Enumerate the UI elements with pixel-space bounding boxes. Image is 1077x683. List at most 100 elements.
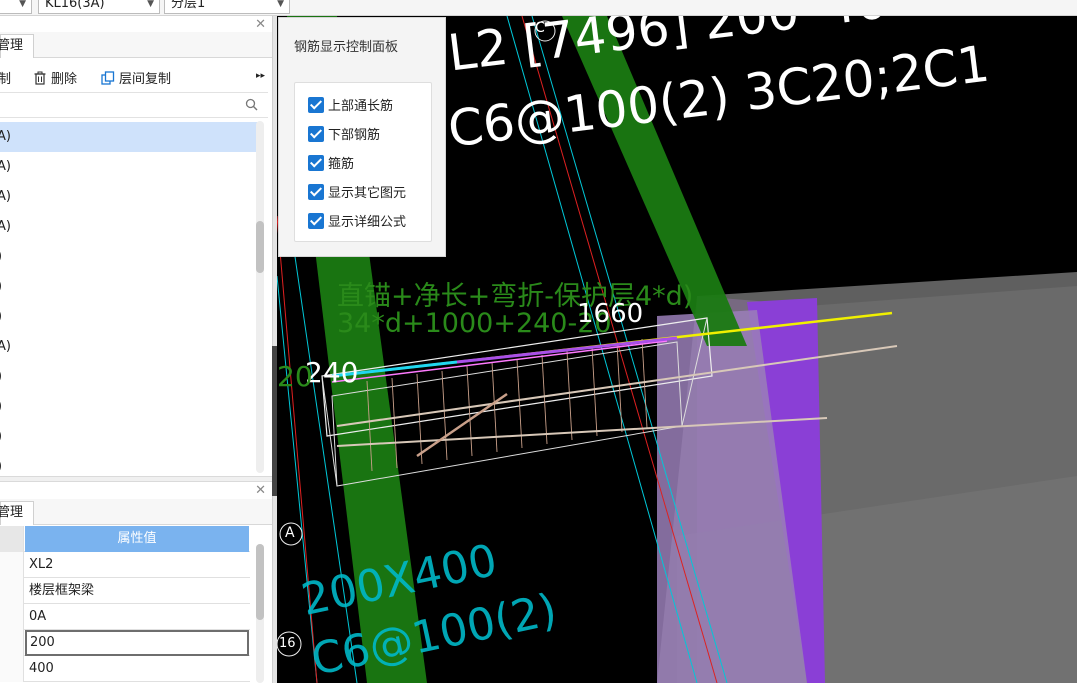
table-row[interactable]: 400 xyxy=(0,656,250,682)
checkbox-checked-icon[interactable] xyxy=(308,126,324,142)
name-cell xyxy=(0,578,24,604)
more-toolbar-button[interactable]: ▸▸ xyxy=(256,71,265,81)
search-icon[interactable] xyxy=(245,98,258,111)
list-item-label: ) xyxy=(0,309,2,324)
name-cell xyxy=(0,604,24,630)
table-row[interactable]: 200 xyxy=(0,630,250,656)
app-window: ▼ KL16(3A) ▼ 分层1 ▼ ✕ 管理 制 删除 层间复制 ▸▸ A) A)… xyxy=(0,0,1077,683)
chevron-down-icon: ▼ xyxy=(19,0,26,9)
chevron-down-icon: ▼ xyxy=(147,0,154,9)
list-item[interactable]: A) xyxy=(0,212,262,242)
value-cell[interactable]: 400 xyxy=(25,656,249,682)
checkbox-label: 下部钢筋 xyxy=(328,128,381,143)
value-cell[interactable]: 0A xyxy=(25,604,249,630)
list-item[interactable]: ) xyxy=(0,242,262,272)
table-row[interactable]: XL2 xyxy=(0,552,250,578)
checkbox-checked-icon[interactable] xyxy=(308,213,324,229)
value-cell[interactable]: XL2 xyxy=(25,552,249,578)
control-panel-title: 钢筋显示控制面板 xyxy=(294,40,399,55)
formula-values: 34*d+1000+240-20 xyxy=(337,308,612,339)
layer-dropdown[interactable]: 分层1 ▼ xyxy=(164,0,290,14)
dim-length: 1660 xyxy=(577,299,644,329)
list-item-label: ) xyxy=(0,279,2,294)
header-name-cell xyxy=(0,526,24,552)
rebar-display-control-panel: 钢筋显示控制面板 上部通长筋 下部钢筋 箍筋 显示其它图元 显示详细公式 xyxy=(278,17,446,257)
checkbox-show-other-elements[interactable]: 显示其它图元 xyxy=(308,182,406,202)
checkbox-show-detailed-formula[interactable]: 显示详细公式 xyxy=(308,211,406,231)
list-item[interactable]: ) xyxy=(0,362,262,392)
list-item[interactable]: A) xyxy=(0,152,262,182)
more-label: ▸▸ xyxy=(256,71,266,81)
list-item-label: ) xyxy=(0,429,2,444)
floor-dropdown[interactable]: KL16(3A) ▼ xyxy=(38,0,160,14)
dim-bend: 240 xyxy=(305,356,359,389)
floor-dropdown-value: KL16(3A) xyxy=(45,0,105,11)
dim-fragment: 20 xyxy=(277,360,313,393)
name-cell xyxy=(0,630,24,656)
list-item-label: ) xyxy=(0,459,2,474)
list-scroll-thumb[interactable] xyxy=(256,221,264,273)
list-item[interactable]: ) xyxy=(0,422,262,452)
floor-copy-label: 层间复制 xyxy=(119,72,172,87)
control-options-box: 上部通长筋 下部钢筋 箍筋 显示其它图元 显示详细公式 xyxy=(294,82,432,242)
checkbox-label: 箍筋 xyxy=(328,157,355,172)
value-cell-editing[interactable]: 200 xyxy=(25,630,249,656)
dropdown-left-edge[interactable]: ▼ xyxy=(0,0,32,14)
property-table-header: 属性值 xyxy=(0,526,250,552)
close-icon[interactable]: ✕ xyxy=(255,18,266,32)
property-tabbar: 管理 xyxy=(0,499,272,525)
copy-label: 制 xyxy=(0,72,11,87)
close-icon[interactable]: ✕ xyxy=(255,484,266,498)
checkbox-label: 显示其它图元 xyxy=(328,186,407,201)
layer-dropdown-value: 分层1 xyxy=(171,0,206,11)
tab-component-manage[interactable]: 管理 xyxy=(0,34,34,58)
axis-label-a: A xyxy=(285,525,295,541)
search-input[interactable] xyxy=(0,93,240,117)
table-row[interactable]: 0A xyxy=(0,604,250,630)
list-item-label: ) xyxy=(0,249,2,264)
checkbox-bottom-bar[interactable]: 下部钢筋 xyxy=(308,124,380,144)
component-toolbar: 制 删除 层间复制 ▸▸ xyxy=(0,62,272,92)
checkbox-label: 显示详细公式 xyxy=(328,215,407,230)
list-item[interactable]: ) xyxy=(0,392,262,422)
list-item-label: A) xyxy=(0,159,11,174)
panel-divider[interactable] xyxy=(0,476,272,482)
checkbox-checked-icon[interactable] xyxy=(308,155,324,171)
component-list: A) A) A) A) ) ) ) A) ) ) ) ) xyxy=(0,122,262,474)
checkbox-top-through-bar[interactable]: 上部通长筋 xyxy=(308,95,393,115)
tab-label: 管理 xyxy=(0,38,24,53)
checkbox-checked-icon[interactable] xyxy=(308,184,324,200)
property-scrollbar[interactable] xyxy=(256,544,264,683)
copy-button[interactable]: 制 xyxy=(0,68,11,87)
list-item-label: ) xyxy=(0,399,2,414)
checkbox-checked-icon[interactable] xyxy=(308,97,324,113)
property-scroll-thumb[interactable] xyxy=(256,544,264,620)
chevron-down-icon: ▼ xyxy=(277,0,284,9)
list-item[interactable]: ) xyxy=(0,272,262,302)
list-item-label: A) xyxy=(0,129,11,144)
left-panel: ✕ 管理 制 删除 层间复制 ▸▸ A) A) A) A) ) ) ) A) xyxy=(0,16,273,683)
tab-label: 管理 xyxy=(0,505,24,520)
list-item-label: A) xyxy=(0,189,11,204)
list-scrollbar[interactable] xyxy=(256,121,264,473)
value-cell[interactable]: 楼层框架梁 xyxy=(25,578,249,604)
copy-layers-icon xyxy=(101,71,115,85)
checkbox-stirrup[interactable]: 箍筋 xyxy=(308,153,354,173)
tab-property-manage[interactable]: 管理 xyxy=(0,501,34,525)
list-item[interactable]: A) xyxy=(0,122,262,152)
name-cell xyxy=(0,552,24,578)
search-row xyxy=(0,92,268,118)
checkbox-label: 上部通长筋 xyxy=(328,99,394,114)
floor-copy-button[interactable]: 层间复制 xyxy=(101,68,171,87)
list-item[interactable]: A) xyxy=(0,182,262,212)
list-item[interactable]: ) xyxy=(0,452,262,474)
header-value-label: 属性值 xyxy=(25,526,249,552)
delete-button[interactable]: 删除 xyxy=(33,68,77,87)
table-row[interactable]: 楼层框架梁 xyxy=(0,578,250,604)
list-item[interactable]: A) xyxy=(0,332,262,362)
name-cell xyxy=(0,656,24,682)
list-item[interactable]: ) xyxy=(0,302,262,332)
diagonal-bar xyxy=(416,392,508,458)
top-toolbar: ▼ KL16(3A) ▼ 分层1 ▼ xyxy=(0,0,1077,16)
list-item-label: A) xyxy=(0,219,11,234)
